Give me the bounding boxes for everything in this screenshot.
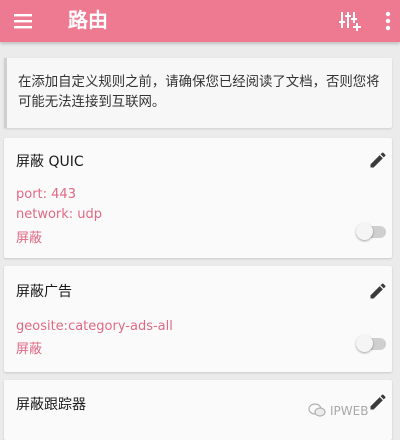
toggle-thumb bbox=[356, 223, 373, 240]
rule-action: 屏蔽 bbox=[16, 231, 43, 246]
toggle-thumb bbox=[356, 335, 373, 352]
rule-detail: port: 443 bbox=[16, 187, 76, 202]
watermark-text: IPWEB bbox=[330, 404, 369, 418]
rule-name: 屏蔽 QUIC bbox=[16, 154, 84, 170]
rule-enabled-toggle[interactable] bbox=[356, 222, 388, 242]
rule-action: 屏蔽 bbox=[16, 342, 43, 357]
rule-name: 屏蔽跟踪器 bbox=[16, 397, 86, 413]
app-bar: 路由 bbox=[0, 0, 400, 42]
page-title: 路由 bbox=[68, 8, 108, 32]
rule-card[interactable]: 屏蔽广告 geosite:category-ads-all 屏蔽 bbox=[4, 266, 392, 372]
edit-icon[interactable] bbox=[368, 281, 388, 301]
menu-icon[interactable] bbox=[12, 10, 34, 32]
edit-icon[interactable] bbox=[368, 150, 388, 170]
edit-icon[interactable] bbox=[368, 392, 388, 412]
notice-accent-bar bbox=[4, 58, 7, 128]
rule-card[interactable]: 屏蔽 QUIC port: 443 network: udp 屏蔽 bbox=[4, 138, 392, 258]
notice-text: 在添加自定义规则之前，请确保您已经阅读了文档，否则您将可能无法连接到互联网。 bbox=[18, 75, 380, 110]
notice-card: 在添加自定义规则之前，请确保您已经阅读了文档，否则您将可能无法连接到互联网。 bbox=[4, 58, 392, 128]
add-rule-icon[interactable] bbox=[338, 9, 362, 33]
rule-enabled-toggle[interactable] bbox=[356, 334, 388, 354]
chat-bubble-icon bbox=[308, 403, 326, 417]
more-vert-icon[interactable] bbox=[380, 9, 396, 33]
rule-detail: network: udp bbox=[16, 207, 103, 222]
rule-name: 屏蔽广告 bbox=[16, 284, 72, 300]
rule-detail: geosite:category-ads-all bbox=[16, 319, 173, 334]
